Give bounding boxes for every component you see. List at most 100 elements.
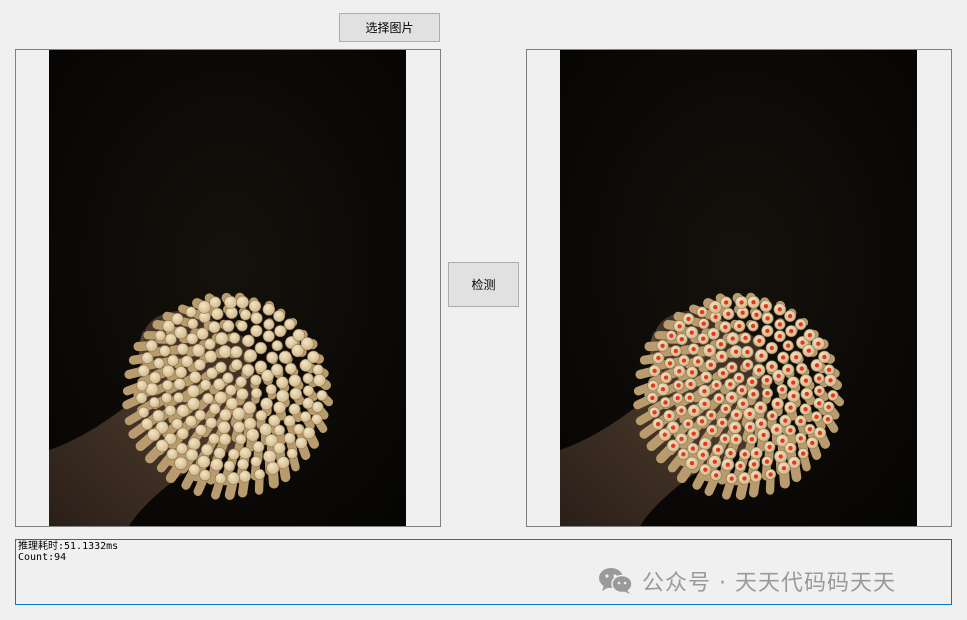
chopstick-tip bbox=[147, 428, 161, 442]
chopstick-tip bbox=[274, 325, 287, 338]
detection-dot bbox=[737, 323, 742, 329]
chopstick-tip bbox=[137, 406, 150, 418]
detection-dot bbox=[686, 316, 691, 322]
chopstick-tip bbox=[228, 448, 240, 461]
detection-dot bbox=[791, 393, 796, 399]
detection-dot bbox=[703, 375, 709, 380]
chopstick-tip bbox=[266, 351, 279, 364]
chopstick-tip bbox=[176, 404, 190, 418]
detection-dot bbox=[709, 413, 714, 418]
chopstick-tip bbox=[197, 455, 211, 469]
chopstick-tip bbox=[262, 330, 275, 343]
chopstick-tip bbox=[199, 469, 211, 482]
chopstick-tip bbox=[222, 372, 234, 384]
detection-dot bbox=[713, 314, 718, 320]
chopstick-tip bbox=[187, 437, 201, 451]
detection-dot bbox=[689, 461, 695, 466]
detection-dot bbox=[830, 393, 836, 398]
chopstick-tip bbox=[263, 318, 275, 330]
detection-dot bbox=[774, 427, 779, 432]
chopstick-tip bbox=[284, 362, 297, 375]
chopstick-tip bbox=[225, 384, 237, 396]
detection-dot bbox=[676, 383, 681, 388]
chopstick-tip bbox=[186, 384, 200, 398]
detection-dot bbox=[679, 408, 684, 413]
detection-dot bbox=[807, 332, 813, 338]
chopstick-tip bbox=[230, 359, 243, 371]
chopstick-tip bbox=[188, 371, 202, 384]
detection-dot bbox=[728, 450, 733, 456]
chopstick-tip bbox=[275, 376, 289, 389]
chopstick-tip bbox=[191, 343, 206, 357]
chopstick-tip bbox=[313, 373, 326, 387]
detection-dot bbox=[652, 368, 657, 373]
detection-dot bbox=[729, 365, 735, 370]
chopstick-tip bbox=[204, 350, 218, 363]
detection-dot bbox=[765, 391, 770, 396]
chopstick-tip bbox=[302, 372, 314, 384]
detection-dot bbox=[757, 338, 762, 343]
chopstick-tip bbox=[255, 409, 268, 422]
detection-dot bbox=[778, 454, 783, 459]
detection-dot bbox=[768, 472, 773, 477]
detection-dot bbox=[691, 431, 696, 436]
detection-dot bbox=[739, 387, 745, 393]
detection-dot bbox=[828, 378, 833, 383]
detection-dot bbox=[822, 354, 827, 360]
detect-button[interactable]: 检测 bbox=[448, 262, 519, 307]
detection-dot bbox=[650, 395, 655, 401]
detection-dot bbox=[814, 414, 819, 420]
detection-dot bbox=[660, 343, 665, 349]
detection-dot bbox=[747, 424, 753, 430]
chopstick-tip bbox=[214, 472, 227, 485]
detection-dot bbox=[690, 446, 696, 451]
detection-dot bbox=[817, 430, 823, 436]
chopstick-tip bbox=[233, 421, 246, 434]
detection-dot bbox=[793, 354, 799, 360]
detection-dot bbox=[679, 436, 684, 442]
chopstick-tip bbox=[193, 358, 206, 371]
detection-dot bbox=[751, 300, 756, 305]
wechat-icon bbox=[599, 568, 633, 594]
chopstick-tip bbox=[276, 389, 290, 403]
detection-dot bbox=[732, 425, 738, 430]
detection-dot bbox=[789, 328, 794, 334]
chopstick-tip bbox=[173, 392, 185, 404]
detection-dot bbox=[650, 383, 656, 388]
original-photo bbox=[49, 50, 406, 526]
chopstick-tip bbox=[265, 383, 277, 395]
chopstick-tip bbox=[288, 374, 302, 388]
detection-dot bbox=[776, 373, 781, 379]
select-image-button[interactable]: 选择图片 bbox=[339, 13, 440, 42]
detection-dot bbox=[740, 310, 745, 315]
detection-dot bbox=[702, 401, 707, 406]
chopstick-tip bbox=[311, 413, 323, 425]
detection-dot bbox=[723, 324, 728, 330]
detection-dot bbox=[787, 313, 793, 319]
chopstick-tip bbox=[204, 338, 216, 350]
detection-dot bbox=[738, 463, 743, 469]
chopstick-tip bbox=[152, 409, 165, 422]
chopstick-tip bbox=[162, 379, 174, 391]
detection-dot bbox=[761, 432, 766, 438]
detection-dot bbox=[670, 425, 676, 430]
detection-dot bbox=[767, 444, 772, 450]
chopstick-tip bbox=[299, 411, 312, 423]
chopstick-tip bbox=[250, 455, 262, 468]
chopstick-tip bbox=[227, 472, 240, 485]
chopstick-tip bbox=[273, 442, 286, 455]
chopstick-tip bbox=[307, 350, 320, 364]
detection-dot bbox=[663, 375, 669, 380]
detection-dot bbox=[749, 437, 755, 442]
chopstick-tip bbox=[180, 355, 194, 368]
detection-dot bbox=[788, 445, 793, 451]
detection-dot bbox=[740, 401, 746, 406]
chopstick-tip bbox=[211, 307, 224, 321]
chopstick-tip bbox=[283, 318, 296, 331]
chopstick-tip bbox=[224, 295, 238, 309]
detection-dot bbox=[745, 349, 750, 355]
chopstick-tip bbox=[175, 366, 188, 379]
detection-dot bbox=[712, 459, 717, 464]
chopstick-tip bbox=[188, 463, 201, 476]
chopstick-tip bbox=[273, 401, 286, 414]
